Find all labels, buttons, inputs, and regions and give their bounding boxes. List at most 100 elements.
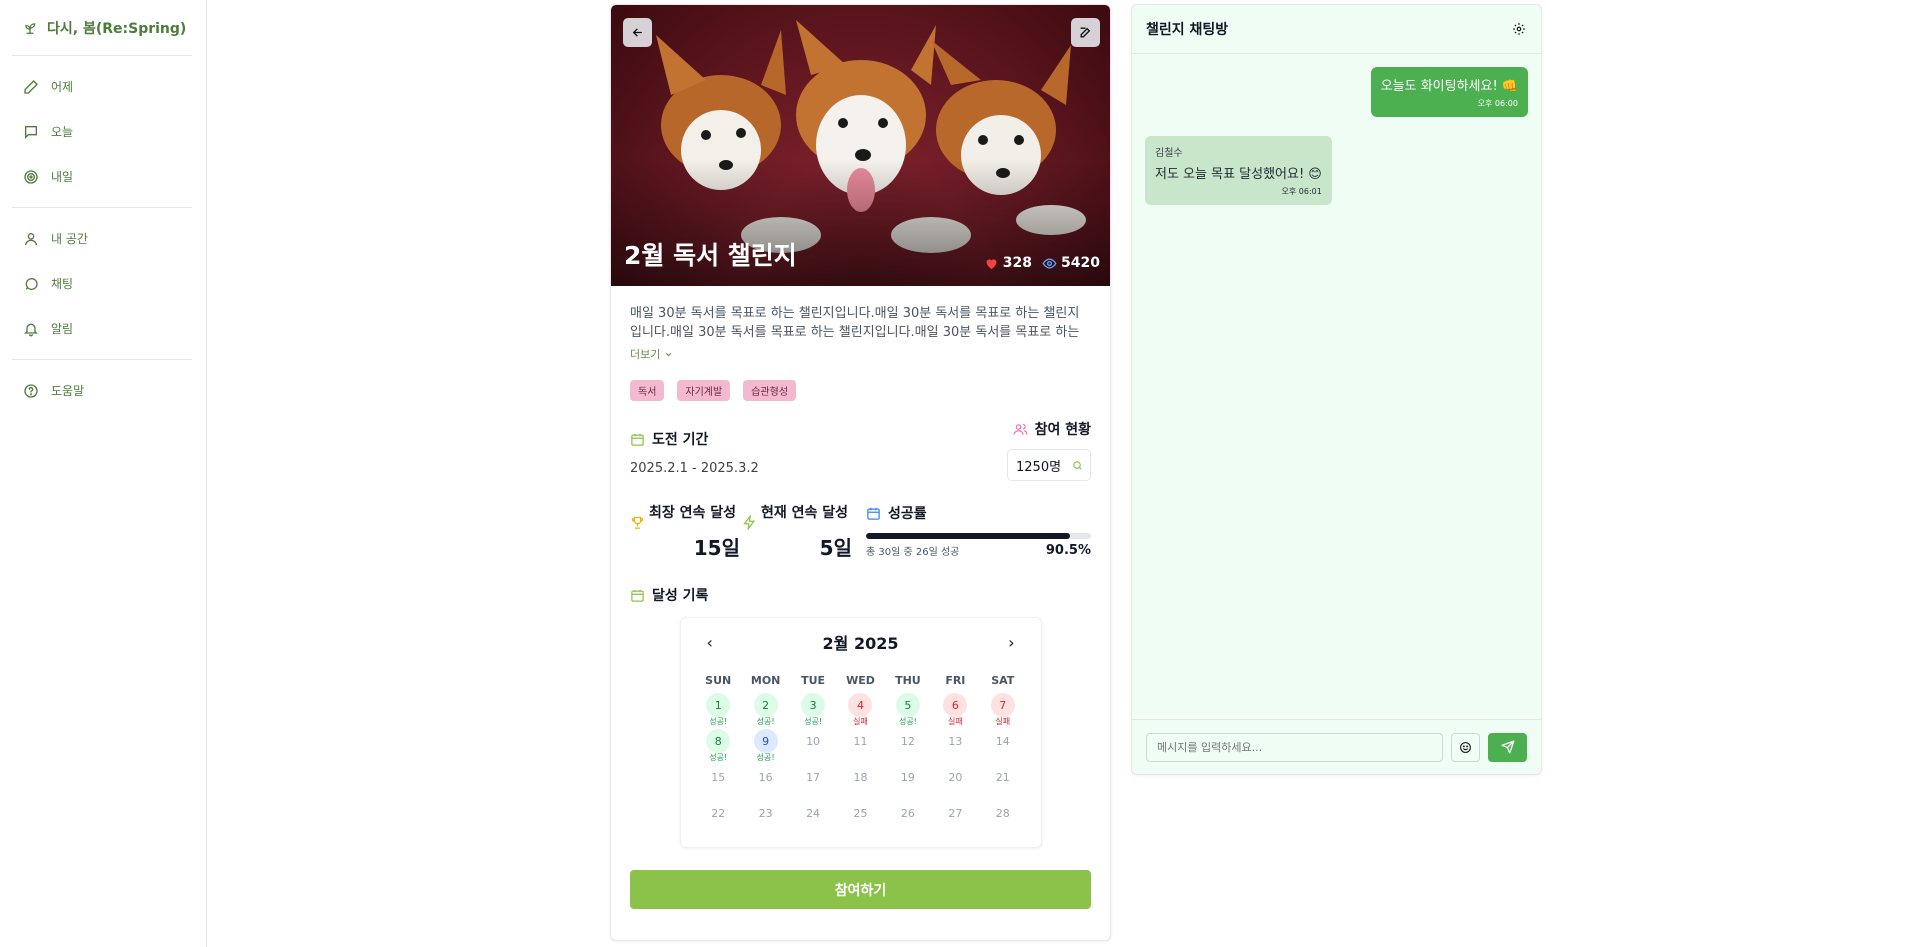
calendar-day[interactable]: 27 [932, 801, 979, 837]
chat-panel: 챌린지 채팅방 오늘도 화이팅하세요! 👊 오후 06:00 김철수 저도 오늘… [1131, 4, 1542, 775]
users-icon [1013, 423, 1027, 435]
calendar-day[interactable]: 17 [789, 765, 836, 801]
chat-title: 챌린지 채팅방 [1146, 22, 1229, 38]
calendar-day[interactable]: 16 [742, 765, 789, 801]
target-icon [24, 169, 38, 184]
calendar-day[interactable]: 24 [789, 801, 836, 837]
nav-group-help: 도움말 [12, 360, 192, 421]
tag[interactable]: 자기계발 [677, 380, 731, 401]
calendar-day[interactable]: 3 성공! [789, 693, 836, 729]
calendar-day[interactable]: 9 성공! [742, 729, 789, 765]
calendar-day-number: 28 [995, 806, 1010, 820]
chat-input-bar [1132, 719, 1541, 774]
calendar-day-number: 18 [853, 770, 868, 784]
participants-count: 1250명 [1016, 459, 1062, 475]
calendar-day-number: 19 [900, 770, 915, 784]
calendar-day-number: 16 [758, 770, 773, 784]
calendar-day-number: 7 [990, 693, 1015, 717]
back-button[interactable] [623, 18, 652, 47]
nav-item-notifications[interactable]: 알림 [12, 306, 192, 351]
calendar-day-number: 4 [848, 693, 873, 717]
current-streak-title: 현재 연속 달성 [742, 503, 854, 530]
calendar-day[interactable]: 4 실패 [837, 693, 884, 729]
nav-item-help[interactable]: 도움말 [12, 368, 192, 413]
message-text: 저도 오늘 목표 달성했어요! 😊 [1155, 167, 1322, 182]
calendar-day[interactable]: 10 [789, 729, 836, 765]
nav-item-today[interactable]: 오늘 [12, 109, 192, 154]
chat-bubble-icon [25, 277, 38, 290]
weekday-label: SAT [991, 674, 1015, 687]
calendar-day[interactable]: 21 [979, 765, 1026, 801]
period-dates: 2025.2.1 - 2025.3.2 [630, 461, 759, 476]
sprout-icon [25, 22, 36, 34]
longest-streak-title: 최장 연속 달성 [630, 503, 742, 530]
calendar-day[interactable]: 23 [742, 801, 789, 837]
tag[interactable]: 습관형성 [743, 380, 797, 401]
edit-button[interactable] [1071, 18, 1100, 47]
calendar-day-number: 5 [895, 693, 920, 717]
calendar-day[interactable]: 25 [837, 801, 884, 837]
calendar-day[interactable]: 22 [695, 801, 742, 837]
calendar-day[interactable]: 8 성공! [695, 729, 742, 765]
calendar-day[interactable]: 19 [884, 765, 931, 801]
weekday-label: TUE [801, 674, 826, 687]
current-streak-value: 5일 [819, 536, 852, 560]
calendar-day-number: 20 [948, 770, 963, 784]
heart-icon [986, 258, 997, 269]
calendar-day-number: 27 [948, 806, 963, 820]
brand-title: 다시, 봄(Re:Spring) [47, 20, 187, 37]
calendar-day[interactable]: 18 [837, 765, 884, 801]
calendar-day[interactable]: 12 [884, 729, 931, 765]
calendar-day-number: 8 [706, 729, 731, 753]
emoji-button[interactable] [1451, 732, 1480, 762]
calendar-day[interactable]: 7 실패 [979, 693, 1026, 729]
settings-icon[interactable] [1512, 22, 1526, 36]
help-circle-icon [24, 383, 38, 398]
participants-search-button[interactable]: 1250명 [1007, 449, 1091, 481]
calendar-grid: 1 성공! 2 성공! 3 성공! 4 실패 5 성공! 6 실패 7 실패 8 성공! 9 성공! 10 11 12 1… [695, 693, 1027, 837]
prev-month-button[interactable]: ‹ [707, 633, 713, 652]
nav-item-chat[interactable]: 채팅 [12, 261, 192, 306]
more-button[interactable]: 더보기 [630, 346, 1091, 362]
longest-streak-value: 15일 [693, 536, 740, 560]
calendar-day-status: 성공! [756, 717, 775, 726]
calendar-day[interactable]: 26 [884, 801, 931, 837]
brand[interactable]: 다시, 봄(Re:Spring) [12, 0, 192, 56]
calendar-day[interactable]: 11 [837, 729, 884, 765]
calendar-day[interactable]: 15 [695, 765, 742, 801]
nav-item-my-space[interactable]: 내 공간 [12, 216, 192, 261]
success-rate-label: 성공률 [888, 506, 927, 522]
calendar-day[interactable]: 6 실패 [932, 693, 979, 729]
calendar-day[interactable]: 20 [932, 765, 979, 801]
weekday-label: WED [846, 674, 875, 687]
calendar-day[interactable]: 13 [932, 729, 979, 765]
next-month-button[interactable]: › [1008, 633, 1014, 652]
send-button[interactable] [1488, 732, 1527, 762]
chat-messages: 오늘도 화이팅하세요! 👊 오후 06:00 김철수 저도 오늘 목표 달성했어… [1132, 54, 1541, 721]
calendar-day[interactable]: 14 [979, 729, 1026, 765]
send-icon [1501, 740, 1514, 754]
weekday-label: FRI [945, 674, 966, 687]
likes-stat[interactable]: 328 [984, 255, 1032, 271]
join-button[interactable]: 참여하기 [630, 870, 1091, 909]
calendar-day[interactable]: 28 [979, 801, 1026, 837]
calendar-header: ‹ 2월 2025 › [695, 626, 1027, 658]
user-icon [25, 232, 37, 245]
calendar-day[interactable]: 1 성공! [695, 693, 742, 729]
calendar-day[interactable]: 5 성공! [884, 693, 931, 729]
nav-item-tomorrow[interactable]: 내일 [12, 154, 192, 199]
calendar-day-status: 성공! [709, 717, 728, 726]
likes-count: 328 [1002, 255, 1033, 271]
tag[interactable]: 독서 [630, 380, 665, 401]
chat-message-input[interactable] [1146, 732, 1443, 762]
calendar-day-status: 실패 [947, 717, 963, 726]
calendar-day[interactable]: 2 성공! [742, 693, 789, 729]
period-section: 도전 기간 2025.2.1 - 2025.3.2 [630, 419, 759, 481]
calendar-day-status: 성공! [898, 717, 917, 726]
sidebar: 다시, 봄(Re:Spring) 어제 오늘 내일 내 공간 채팅 알림 도움말 [0, 0, 207, 947]
nav-item-yesterday[interactable]: 어제 [12, 64, 192, 109]
views-stat: 5420 [1042, 255, 1100, 271]
nav-label: 어제 [51, 80, 74, 94]
calendar-day-number: 14 [995, 734, 1010, 748]
smile-icon [1460, 741, 1471, 753]
